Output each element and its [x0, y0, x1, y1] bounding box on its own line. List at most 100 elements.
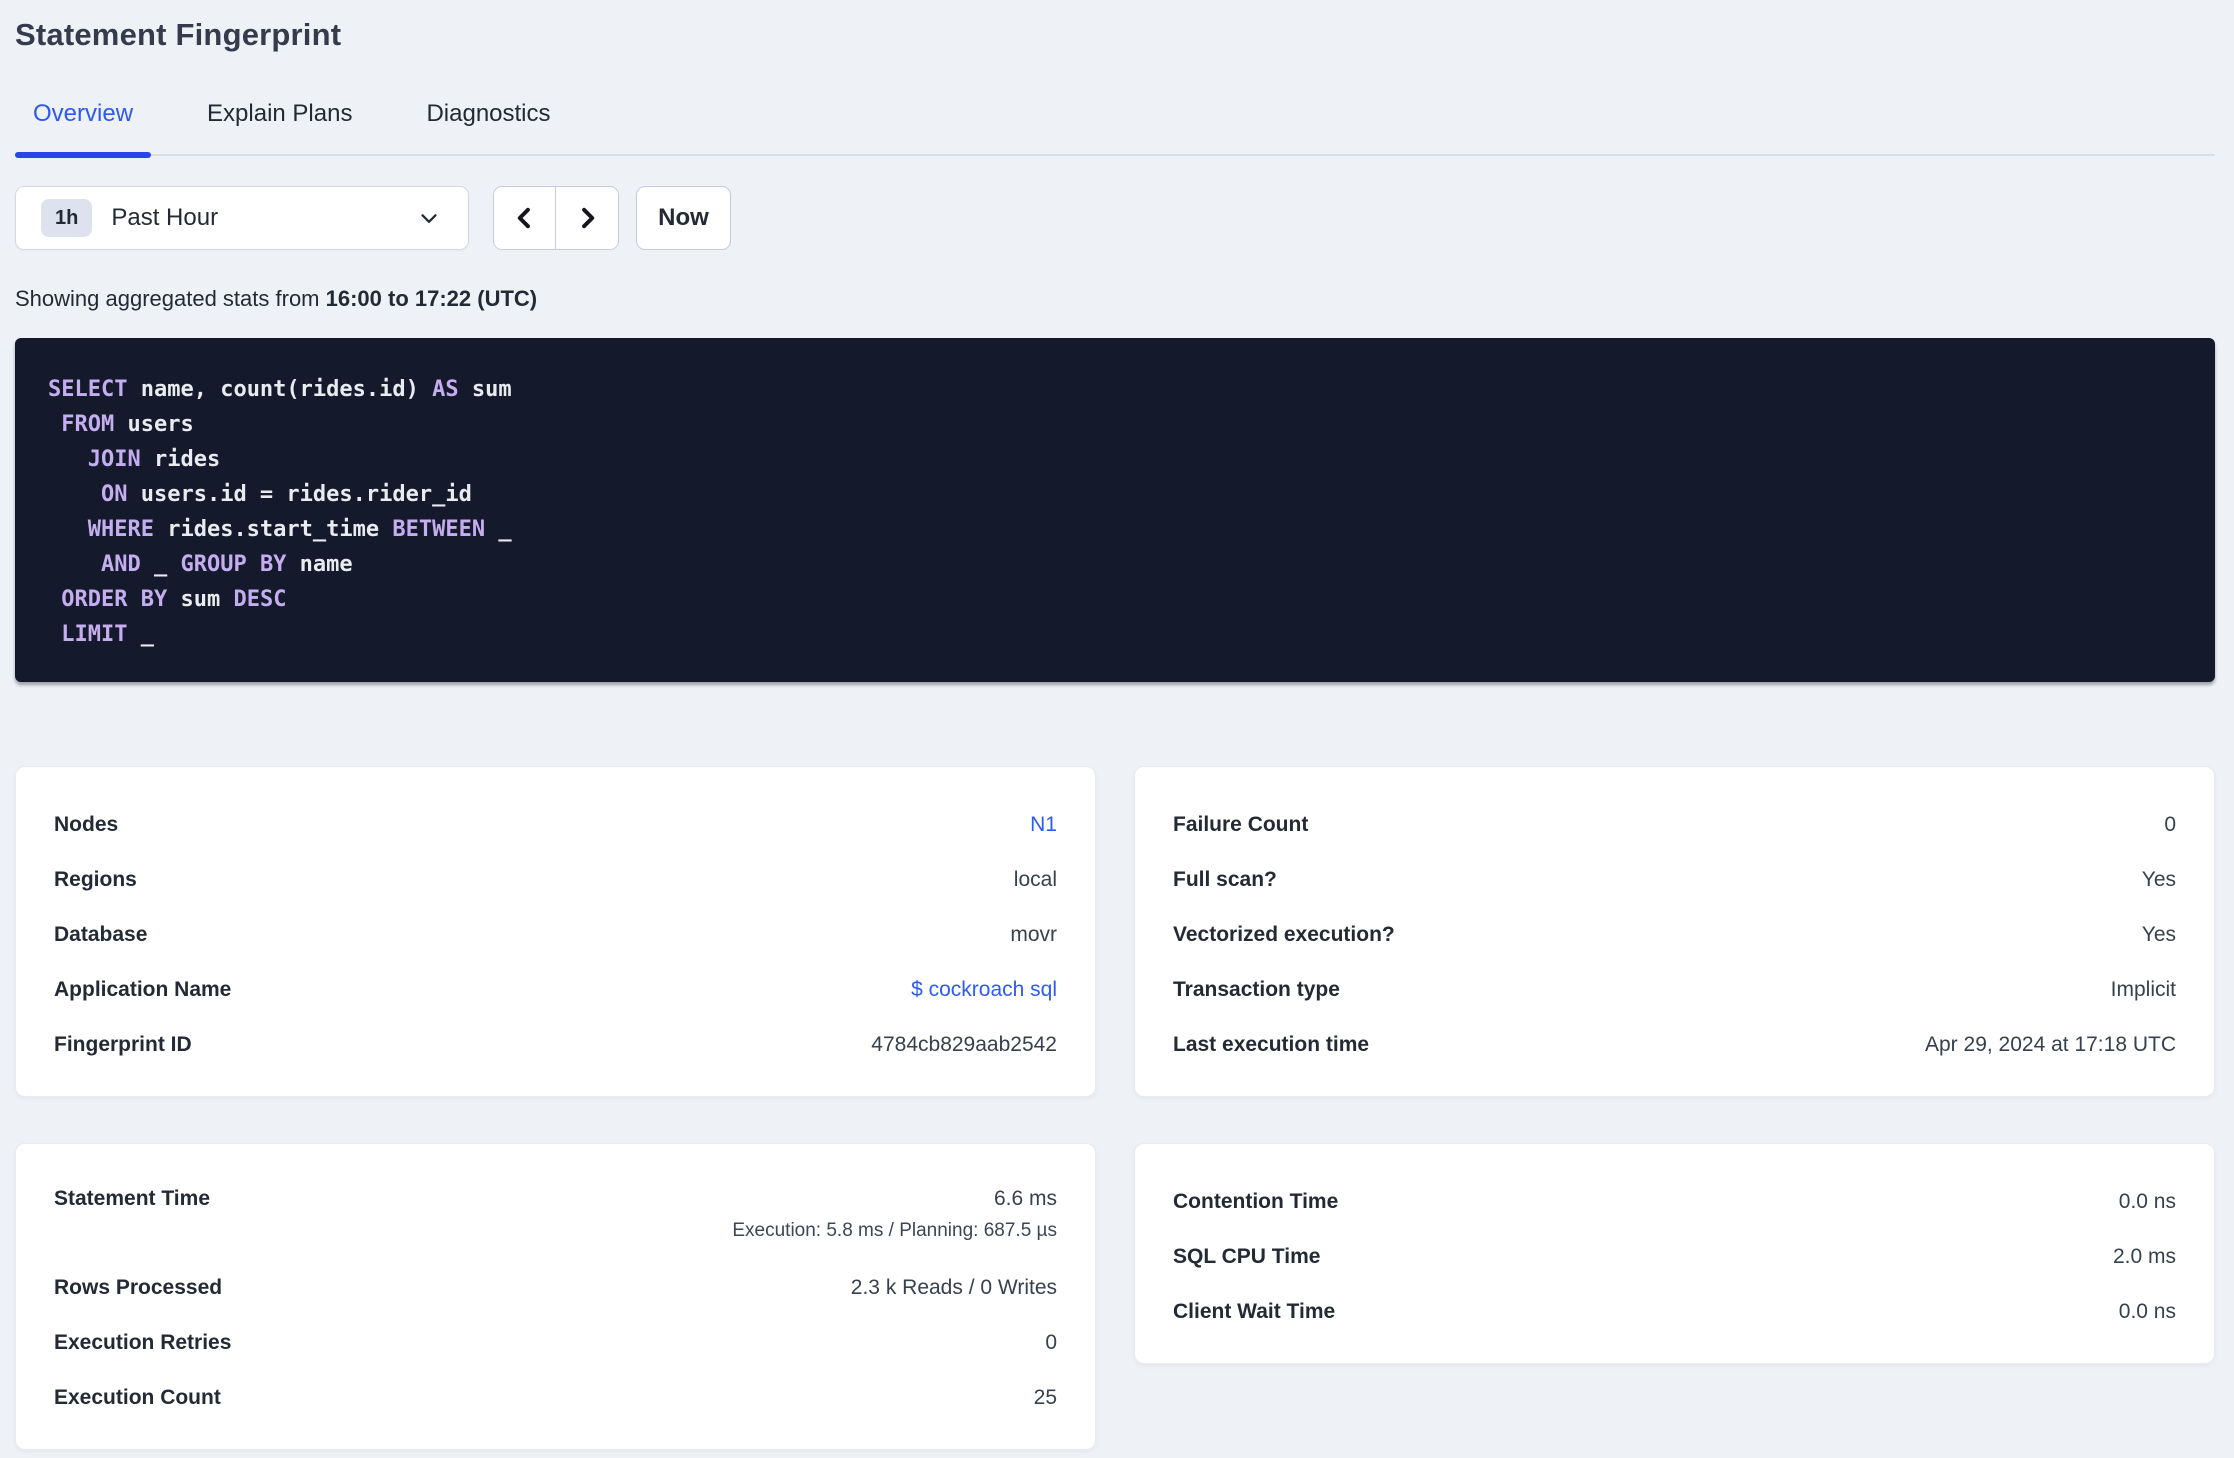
time-controls: 1h Past Hour Now [15, 186, 2215, 250]
stat-row-vectorized-execution: Vectorized execution? Yes [1173, 907, 2176, 962]
page-title: Statement Fingerprint [15, 17, 342, 52]
stat-subvalue: Execution: 5.8 ms / Planning: 687.5 µs [732, 1220, 1057, 1241]
sql-keyword: FROM [48, 412, 115, 437]
stat-value-wrap: 2.3 k Reads / 0 Writes [851, 1276, 1057, 1300]
time-range-label: Past Hour [111, 204, 219, 231]
stat-row-application-name: Application Name $ cockroach sql [54, 962, 1057, 1017]
sql-keyword: SELECT [48, 377, 128, 402]
prev-time-button[interactable] [494, 187, 556, 249]
stat-label: Database [54, 922, 148, 946]
sql-text: users.id = rides.rider_id [127, 482, 472, 507]
stat-value-wrap: Yes [2142, 923, 2176, 947]
time-step-buttons [493, 186, 619, 250]
stat-row-rows-processed: Rows Processed 2.3 k Reads / 0 Writes [54, 1260, 1057, 1315]
sql-text: _ [127, 622, 154, 647]
overview-details-card: Nodes N1 Regions local Database movr Applicati… [15, 766, 1096, 1097]
sql-line: FROM users [48, 407, 2182, 442]
stat-value-wrap: 25 [1034, 1386, 1057, 1410]
stats-summary-range: 16:00 to 17:22 (UTC) [325, 286, 538, 311]
stat-label: Full scan? [1173, 867, 1277, 891]
stat-label: Failure Count [1173, 812, 1309, 836]
stat-label: Regions [54, 867, 137, 891]
stat-label: Statement Time [54, 1187, 210, 1210]
stat-label: Vectorized execution? [1173, 922, 1395, 946]
sql-text: rides [140, 447, 221, 472]
chevron-right-icon [573, 204, 601, 232]
stat-value-wrap: 6.6 ms Execution: 5.8 ms / Planning: 687.… [732, 1187, 1057, 1242]
stat-label: Transaction type [1173, 977, 1340, 1001]
stat-value-wrap: movr [1010, 923, 1057, 947]
stat-value-link[interactable]: N1 [1030, 813, 1057, 836]
stat-value-wrap: Implicit [2111, 978, 2176, 1002]
stat-label: Fingerprint ID [54, 1032, 192, 1056]
sql-line: AND _ GROUP BY name [48, 547, 2182, 582]
time-range-dropdown[interactable]: 1h Past Hour [15, 186, 469, 250]
stat-value-wrap: Apr 29, 2024 at 17:18 UTC [1925, 1033, 2176, 1057]
now-button[interactable]: Now [636, 186, 731, 250]
stat-value-wrap: 0.0 ns [2119, 1190, 2176, 1214]
summary-cards-row-2: Statement Time 6.6 ms Execution: 5.8 ms / … [15, 1143, 2215, 1450]
chevron-left-icon [511, 204, 539, 232]
stat-value: 2.3 k Reads / 0 Writes [850, 1275, 1057, 1299]
stat-row-statement-time: Statement Time 6.6 ms Execution: 5.8 ms / … [54, 1174, 1057, 1260]
sql-keyword: WHERE [48, 517, 154, 542]
stat-row-last-execution-time: Last execution time Apr 29, 2024 at 17:18… [1173, 1017, 2176, 1072]
stat-row-sql-cpu-time: SQL CPU Time 2.0 ms [1173, 1229, 2176, 1284]
stat-value: local [1013, 867, 1057, 891]
stat-value: 25 [1033, 1385, 1057, 1409]
statement-times-card: Statement Time 6.6 ms Execution: 5.8 ms / … [15, 1143, 1096, 1450]
sql-keyword: ORDER BY [48, 587, 168, 612]
stat-value-wrap: local [1014, 868, 1057, 892]
sql-text: name [286, 552, 353, 577]
sql-text: sum [458, 377, 512, 402]
stat-value-wrap: 0 [1045, 1331, 1057, 1355]
stat-value: 4784cb829aab2542 [871, 1032, 1057, 1056]
sql-text: users [114, 412, 194, 437]
sql-text: rides.start_time [153, 517, 393, 542]
next-time-button[interactable] [556, 187, 618, 249]
stat-row-execution-retries: Execution Retries 0 [54, 1315, 1057, 1370]
chevron-down-icon [416, 205, 442, 231]
stat-value-wrap: $ cockroach sql [911, 978, 1057, 1002]
sql-line: JOIN rides [48, 442, 2182, 477]
stat-value-wrap: 2.0 ms [2113, 1245, 2176, 1269]
stat-value-link[interactable]: $ cockroach sql [911, 978, 1057, 1001]
stat-value: 6.6 ms [993, 1187, 1057, 1210]
sql-statement-box: SELECT name, count(rides.id) AS sum FROM… [15, 338, 2215, 682]
stat-value: 0 [2164, 812, 2176, 836]
summary-cards-row-1: Nodes N1 Regions local Database movr Applicati… [15, 766, 2215, 1097]
sql-keyword: AND [48, 552, 141, 577]
stat-label: Last execution time [1173, 1032, 1370, 1056]
stat-value-wrap: Yes [2142, 868, 2176, 892]
sql-line: LIMIT _ [48, 617, 2182, 652]
sql-text: sum [167, 587, 234, 612]
stat-row-transaction-type: Transaction type Implicit [1173, 962, 2176, 1017]
statement-fingerprint-page: Statement Fingerprint Overview Explain Pl… [0, 0, 2234, 1450]
stat-row-nodes: Nodes N1 [54, 797, 1057, 852]
stat-label: Client Wait Time [1173, 1299, 1336, 1323]
sql-text: name, count(rides.id) [127, 377, 433, 402]
tab-explain-plans[interactable]: Explain Plans [189, 100, 370, 154]
stats-summary-prefix: Showing aggregated stats from [15, 286, 326, 311]
stat-value: Yes [2141, 922, 2176, 946]
sql-line: ORDER BY sum DESC [48, 582, 2182, 617]
stat-row-client-wait-time: Client Wait Time 0.0 ns [1173, 1284, 2176, 1339]
stat-value: 0 [1045, 1330, 1057, 1354]
stat-label: SQL CPU Time [1173, 1244, 1321, 1268]
time-range-badge: 1h [41, 199, 93, 237]
stat-value: Implicit [2110, 977, 2176, 1001]
sql-keyword: GROUP BY [180, 552, 287, 577]
wait-times-card: Contention Time 0.0 ns SQL CPU Time 2.0 ms C… [1134, 1143, 2215, 1364]
sql-text: _ [485, 517, 512, 542]
tab-diagnostics[interactable]: Diagnostics [408, 100, 568, 154]
sql-keyword: LIMIT [48, 622, 128, 647]
sql-keyword: AS [432, 377, 459, 402]
stat-row-failure-count: Failure Count 0 [1173, 797, 2176, 852]
execution-attributes-card: Failure Count 0 Full scan? Yes Vectorized ex… [1134, 766, 2215, 1097]
sql-line: ON users.id = rides.rider_id [48, 477, 2182, 512]
sql-keyword: ON [48, 482, 128, 507]
stat-value: 0.0 ns [2118, 1299, 2176, 1323]
stat-label: Nodes [54, 812, 119, 836]
stat-row-regions: Regions local [54, 852, 1057, 907]
tab-overview[interactable]: Overview [15, 100, 152, 158]
